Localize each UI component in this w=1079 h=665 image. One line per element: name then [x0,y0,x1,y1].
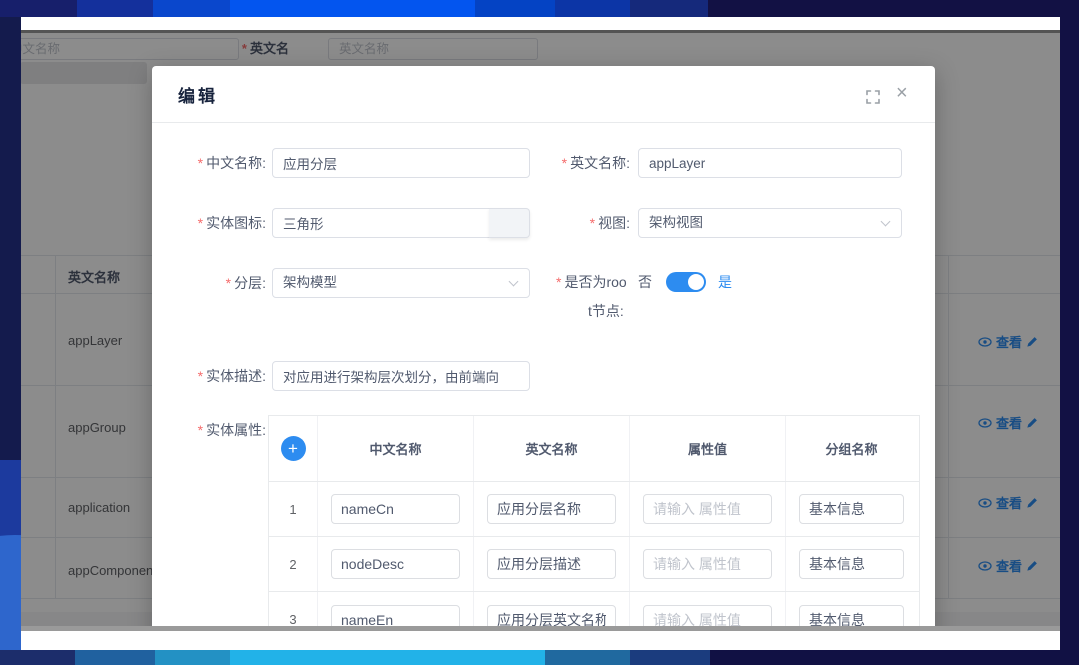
modal-title: 编辑 [178,82,218,107]
attr-group-input[interactable] [799,494,904,524]
entity-icon-input[interactable] [272,208,490,238]
entity-desc-label: *实体描述: [152,361,266,391]
attr-table-header-row: + 中文名称 英文名称 属性值 分组名称 [269,416,919,482]
frame-segment [710,650,1079,665]
attr-name-cn-input[interactable] [331,549,460,579]
row-index: 2 [269,537,317,591]
frame-segment [75,650,155,665]
attr-name-en-input[interactable] [487,494,616,524]
attr-value-input[interactable] [643,494,772,524]
frame-top-bar [0,0,1079,17]
name-cn-input[interactable] [272,148,530,178]
toggle-off-text: 否 [638,272,652,292]
view-label: *视图: [516,208,630,238]
edit-modal: 编辑 × *中文名称: *英文名称: *实体图标: *视图: 架构视图 *分层: [152,66,935,631]
layer-select[interactable]: 架构模型 [272,268,530,298]
layer-label: *分层: [152,268,266,298]
entity-attrs-label: *实体属性: [152,415,266,445]
name-en-input[interactable] [638,148,902,178]
frame-segment [545,650,630,665]
name-en-label: *英文名称: [516,148,630,178]
frame-segment [708,0,1079,17]
toggle-knob [688,274,704,290]
attr-table-row: 2 [269,537,919,592]
attr-name-cn-input[interactable] [331,494,460,524]
chevron-down-icon [881,217,891,227]
frame-segment [0,0,77,17]
frame-segment [630,650,710,665]
is-root-label-line2: t节点: [588,301,624,321]
attr-group-input[interactable] [799,549,904,579]
add-attribute-button[interactable]: + [281,436,306,461]
attr-header-group: 分组名称 [785,416,917,481]
fullscreen-icon[interactable] [866,90,880,109]
toggle-on-text: 是 [718,272,732,292]
modal-divider [152,122,935,123]
chevron-down-icon [509,277,519,287]
view-select[interactable]: 架构视图 [638,208,902,238]
frame-segment [555,0,630,17]
frame-segment [153,0,230,17]
frame-segment [230,0,475,17]
attr-table-row: 1 [269,482,919,537]
frame-segment [0,650,75,665]
frame-bottom-bar [0,650,1079,665]
is-root-label-line1: *是否为roo [556,272,627,292]
entity-desc-input[interactable] [272,361,530,391]
attr-table: + 中文名称 英文名称 属性值 分组名称 1 2 [268,415,920,631]
frame-segment [77,0,153,17]
view-select-value: 架构视图 [649,215,703,230]
row-index: 1 [269,482,317,536]
attr-name-en-input[interactable] [487,549,616,579]
close-icon[interactable]: × [896,83,908,103]
is-root-toggle[interactable] [666,272,706,292]
name-cn-label: *中文名称: [152,148,266,178]
app-window: *英文名 英文名称 appLayer appGroup application … [21,30,1060,631]
layer-select-value: 架构模型 [283,275,337,290]
attr-header-name-en: 英文名称 [473,416,629,481]
entity-icon-label: *实体图标: [152,208,266,238]
frame-left-strip [0,17,21,460]
frame-segment [630,0,708,17]
attr-header-value: 属性值 [629,416,785,481]
attr-value-input[interactable] [643,549,772,579]
frame-segment [230,650,545,665]
frame-right-strip [1060,0,1079,665]
screenshot-canvas: *英文名 英文名称 appLayer appGroup application … [0,0,1079,665]
frame-segment [475,0,555,17]
attr-header-name-cn: 中文名称 [317,416,473,481]
app-bottom-edge [21,626,1060,631]
frame-segment [155,650,230,665]
